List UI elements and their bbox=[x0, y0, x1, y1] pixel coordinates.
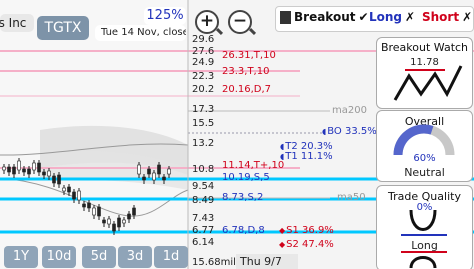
candle-body bbox=[87, 202, 91, 209]
y-tick-label: 9.54 bbox=[192, 181, 215, 192]
dot-icon: ◖ bbox=[280, 142, 285, 151]
breakout-watch-panel[interactable]: Breakout Watch 11.78 bbox=[376, 37, 473, 109]
candle-body bbox=[162, 176, 166, 181]
level-label: 23.3,T,10 bbox=[222, 66, 270, 77]
candle-body bbox=[12, 166, 16, 175]
zoom-level: 125% bbox=[144, 7, 186, 25]
y-tick-label: 8.49 bbox=[192, 195, 215, 206]
candle-body bbox=[77, 190, 81, 201]
dot-icon: ◖ bbox=[280, 152, 285, 161]
trade-quality-long: Long bbox=[411, 239, 438, 252]
ma50-label: ma50 bbox=[337, 192, 366, 203]
breakout-icon bbox=[393, 65, 463, 101]
stock-chart-app: 29.6 27.6 24.9 22.3 20.2 17.3 15.5 13.2 10.8 9.54… bbox=[0, 0, 474, 269]
crosshair-date: Thu 9/7 bbox=[236, 254, 298, 269]
zoom-in-icon: + bbox=[199, 11, 215, 31]
candle-body bbox=[67, 186, 71, 193]
cross-icon: ✗ bbox=[462, 10, 473, 24]
y-tick-label: 6.14 bbox=[192, 237, 215, 248]
candle-body bbox=[22, 168, 26, 173]
timeframe-button[interactable]: 1Y bbox=[4, 246, 38, 268]
candle-body bbox=[7, 166, 11, 173]
timeframe-button[interactable]: 1d bbox=[154, 246, 188, 268]
candle-body bbox=[137, 164, 141, 175]
level-label: 20.16,D,7 bbox=[222, 84, 272, 95]
target-label: ◖T1 11.1% bbox=[280, 151, 333, 162]
candle-body bbox=[32, 162, 36, 171]
timeframe-button[interactable]: 5d bbox=[82, 246, 116, 268]
y-tick-label: 20.2 bbox=[192, 84, 215, 95]
candle-body bbox=[147, 168, 151, 175]
y-tick-label: 29.6 bbox=[192, 34, 215, 45]
ma200-label: ma200 bbox=[332, 105, 367, 116]
candle-body bbox=[27, 168, 31, 175]
candle-body bbox=[17, 160, 21, 171]
candle-body bbox=[157, 164, 161, 175]
candle-body bbox=[142, 176, 146, 181]
candle-body bbox=[62, 187, 66, 192]
level-label: 11.14,T+,10 bbox=[222, 160, 285, 171]
y-tick-label: 10.8 bbox=[192, 164, 215, 175]
y-tick-label: 15.5 bbox=[192, 118, 215, 129]
level-label: 8.73,S,2 bbox=[222, 192, 264, 203]
target-label: ◆S1 36.9% bbox=[279, 225, 334, 236]
candle-body bbox=[37, 162, 41, 173]
trade-quality-panel[interactable]: Trade Quality 0% Long bbox=[376, 185, 473, 269]
long-toggle[interactable]: Long ✗ bbox=[369, 7, 415, 28]
y-tick-label: 13.2 bbox=[192, 138, 215, 149]
candle-body bbox=[107, 218, 111, 225]
y-tick-label: 24.9 bbox=[192, 57, 215, 68]
y-tick-label: 17.3 bbox=[192, 104, 215, 115]
candle-body bbox=[167, 168, 171, 175]
volume-label: 15.68mil bbox=[192, 257, 236, 268]
candle-body bbox=[127, 213, 131, 220]
overall-percent: 60% bbox=[413, 153, 436, 164]
candle-body bbox=[122, 219, 126, 224]
short-toggle[interactable]: Short ✗ bbox=[422, 7, 472, 28]
candle-body bbox=[152, 172, 156, 181]
overall-rating: Neutral bbox=[404, 166, 445, 179]
level-label: 6.78,D,8 bbox=[222, 225, 265, 236]
breakout-toggle[interactable]: Breakout ✔ bbox=[280, 7, 369, 28]
target-label: ◖BO 33.5% bbox=[322, 126, 377, 137]
zoom-out-icon: − bbox=[232, 11, 248, 31]
candle-body bbox=[47, 170, 51, 177]
candle-body bbox=[52, 175, 56, 184]
candle-body bbox=[2, 166, 6, 171]
candle-body bbox=[82, 203, 86, 208]
company-name: cs Inc bbox=[0, 14, 34, 32]
candle-body bbox=[42, 171, 46, 176]
y-tick-label: 7.43 bbox=[192, 213, 215, 224]
candle-body bbox=[57, 174, 61, 185]
check-icon: ✔ bbox=[358, 10, 369, 24]
arrow-down-icon: ◆ bbox=[279, 226, 286, 235]
y-tick-label: 6.77 bbox=[192, 225, 215, 236]
list-icon bbox=[280, 11, 291, 24]
arrow-down-icon: ◆ bbox=[279, 240, 286, 249]
y-tick-label: 22.3 bbox=[192, 71, 215, 82]
candle-body bbox=[102, 219, 106, 224]
dot-icon: ◖ bbox=[322, 127, 327, 136]
candle-body bbox=[92, 207, 96, 216]
candle-body bbox=[97, 206, 101, 217]
candle-body bbox=[132, 207, 136, 216]
trade-quality-icon bbox=[401, 209, 447, 269]
symbol-button[interactable]: TGTX bbox=[37, 16, 89, 40]
date-label: Tue 14 Nov, close bbox=[95, 25, 186, 41]
overall-panel[interactable]: Overall 60% Neutral bbox=[376, 110, 473, 182]
gauge-fill bbox=[393, 124, 434, 156]
candle-body bbox=[72, 191, 76, 200]
candle-body bbox=[117, 217, 121, 228]
timeframe-button[interactable]: 3d bbox=[118, 246, 152, 268]
level-label: 26.31,T,10 bbox=[222, 50, 276, 61]
cross-icon: ✗ bbox=[405, 10, 416, 24]
y-tick-label: 27.6 bbox=[192, 46, 215, 57]
candle-body bbox=[112, 223, 116, 232]
timeframe-button[interactable]: 10d bbox=[42, 246, 76, 268]
target-label: ◆S2 47.4% bbox=[279, 239, 334, 250]
level-label: 10.19,S,5 bbox=[222, 172, 270, 183]
